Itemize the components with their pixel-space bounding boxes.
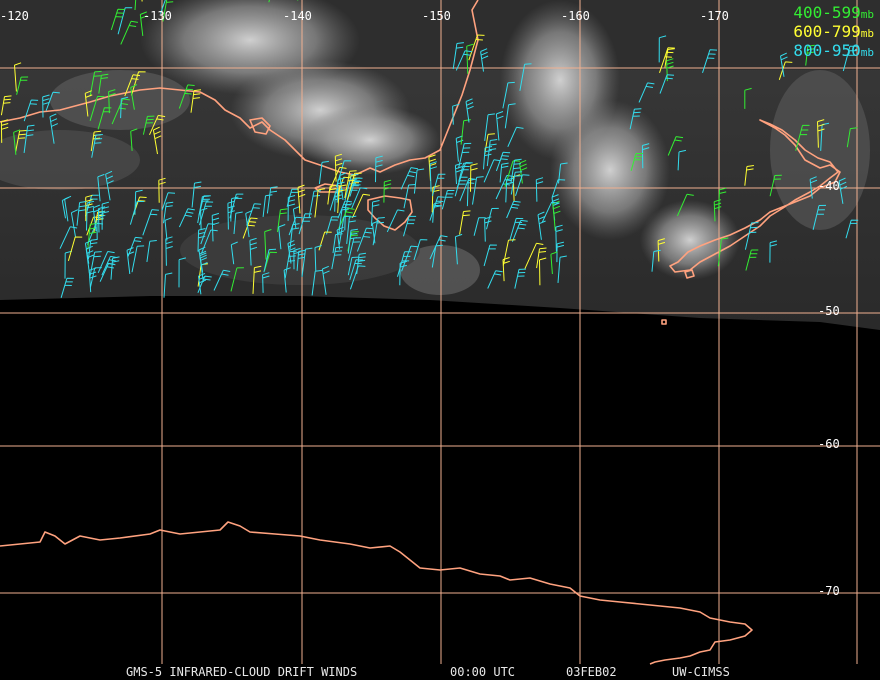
lat-label-60: -60 [818, 437, 840, 451]
legend-item-600-799: 600-799mb [793, 23, 874, 42]
legend-unit: mb [860, 46, 874, 59]
legend-item-800-950: 800-950mb [793, 42, 874, 61]
lat-label-70: -70 [818, 584, 840, 598]
image-caption: GMS-5 INFRARED-CLOUD DRIFT WINDS 00:00 U… [0, 664, 880, 680]
lon-label-120: -120 [0, 9, 29, 23]
pressure-legend: 400-599mb 600-799mb 800-950mb [793, 4, 874, 61]
legend-range: 800-950 [793, 41, 861, 60]
caption-source: UW-CIMSS [672, 665, 730, 679]
lon-label-170: -170 [700, 9, 729, 23]
legend-unit: mb [860, 27, 874, 40]
satellite-imagery [0, 0, 880, 330]
caption-time: 00:00 UTC [450, 665, 516, 679]
legend-range: 400-599 [793, 3, 861, 22]
legend-unit: mb [860, 8, 874, 21]
caption-date: 03FEB02 [566, 665, 617, 679]
lon-label-160: -160 [561, 9, 590, 23]
caption-product: GMS-5 INFRARED-CLOUD DRIFT WINDS [126, 665, 358, 679]
satellite-wind-map [0, 0, 880, 665]
lat-label-40: -40 [818, 179, 840, 193]
lon-label-150: -150 [422, 9, 451, 23]
lon-label-140: -140 [283, 9, 312, 23]
lat-label-50: -50 [818, 304, 840, 318]
legend-item-400-599: 400-599mb [793, 4, 874, 23]
lon-label-130: -130 [143, 9, 172, 23]
legend-range: 600-799 [793, 22, 861, 41]
